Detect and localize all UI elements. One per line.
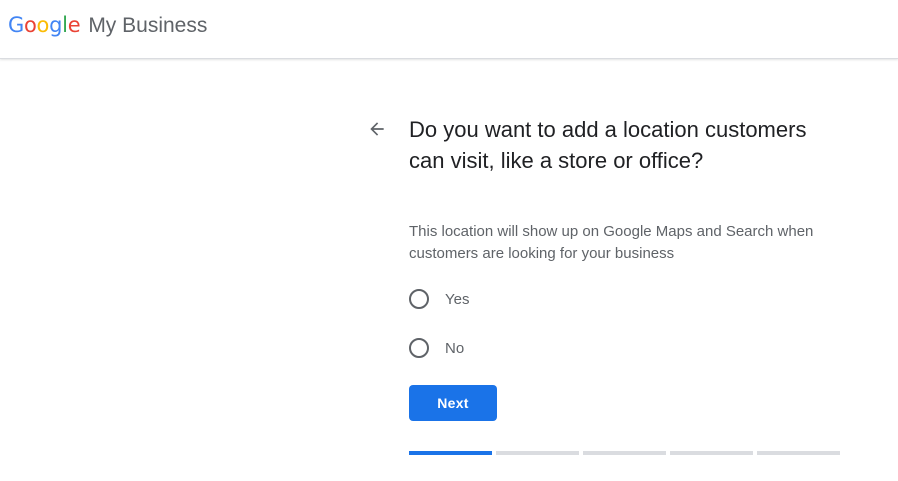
option-yes[interactable]: Yes	[409, 288, 469, 310]
progress-segment	[670, 451, 753, 455]
logo-letter: o	[36, 13, 50, 37]
radio-yes[interactable]	[409, 289, 429, 309]
question-subtitle: This location will show up on Google Map…	[409, 223, 814, 262]
progress-segment	[409, 451, 492, 455]
next-button[interactable]: Next	[409, 385, 497, 421]
product-name: My Business	[88, 14, 208, 37]
logo-letter: e	[67, 13, 81, 37]
progress-segment	[583, 451, 666, 455]
option-yes-label: Yes	[445, 290, 470, 308]
option-no[interactable]: No	[409, 337, 464, 359]
step-progress-bar	[409, 451, 840, 455]
progress-segment	[496, 451, 579, 455]
arrow-back-icon	[370, 122, 384, 136]
logo-letter: G	[8, 13, 24, 37]
google-my-business-logo[interactable]: Google My Business	[8, 13, 207, 38]
question-title: Do you want to add a location customers …	[409, 117, 807, 173]
logo-letter: g	[49, 13, 63, 37]
logo-letter: o	[23, 13, 37, 37]
progress-segment	[757, 451, 840, 455]
back-button[interactable]	[364, 116, 390, 142]
app-header: Google My Business	[0, 0, 898, 59]
option-no-label: No	[445, 339, 465, 357]
radio-no[interactable]	[409, 338, 429, 358]
